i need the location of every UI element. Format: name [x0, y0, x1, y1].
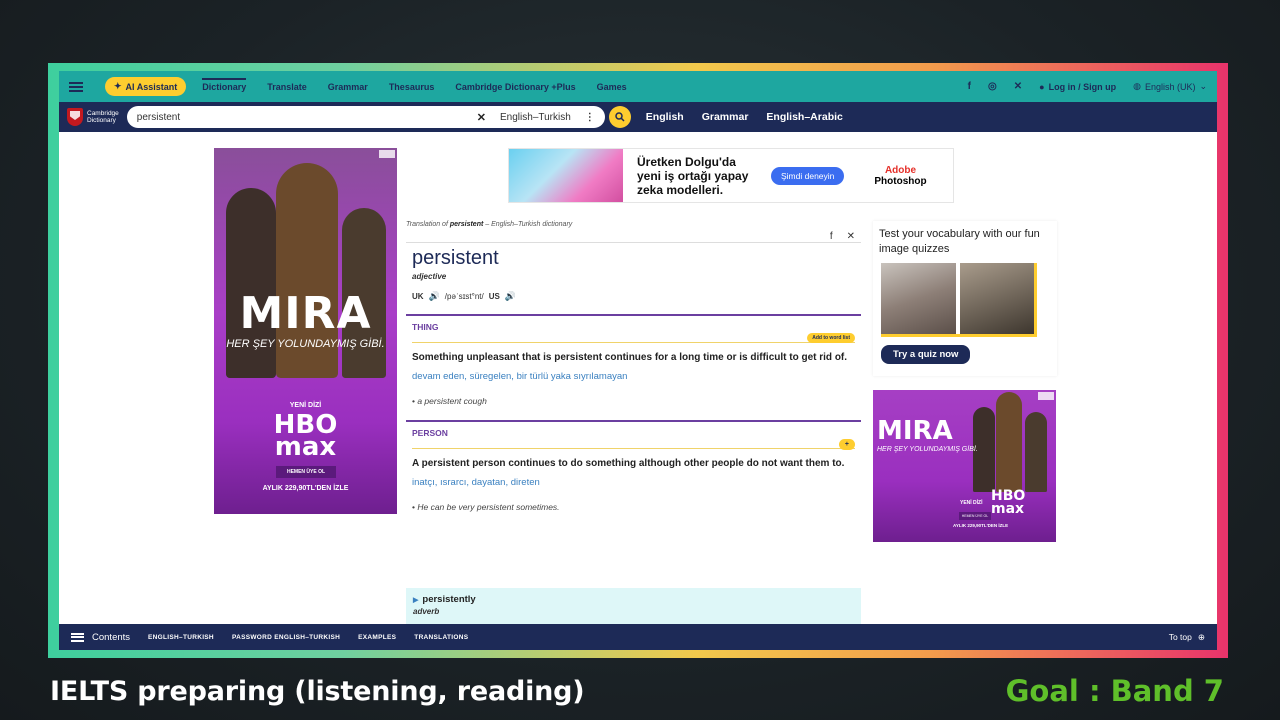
breadcrumb: Translation of persistent – English–Turk…	[406, 221, 573, 228]
caret-right-icon: ▶	[413, 597, 419, 604]
jump-translations[interactable]: TRANSLATIONS	[414, 634, 468, 641]
sense-block: PERSON + A persistent person continues t…	[406, 420, 861, 512]
kebab-icon: ⋮	[584, 111, 595, 123]
instagram-icon[interactable]: ◎	[988, 81, 997, 92]
add-to-word-list-button[interactable]: +	[838, 439, 855, 450]
guideword: THING	[412, 322, 439, 332]
sense-block: THING Add to word list Something unpleas…	[406, 314, 861, 406]
sparkle-icon: ✦	[114, 81, 122, 91]
caption-left: IELTS preparing (listening, reading)	[50, 676, 585, 707]
facebook-icon[interactable]: f	[968, 81, 971, 92]
quick-link-grammar[interactable]: Grammar	[702, 111, 749, 123]
quick-link-english[interactable]: English	[646, 111, 684, 123]
jump-password[interactable]: PASSWORD ENGLISH–TURKISH	[232, 634, 340, 641]
ai-assistant-button[interactable]: ✦ AI Assistant	[105, 77, 187, 96]
adobe-photoshop-logo: Adobe Photoshop	[874, 164, 927, 187]
nav-thesaurus[interactable]: Thesaurus	[389, 82, 435, 92]
try-quiz-button[interactable]: Try a quiz now	[881, 345, 971, 364]
user-icon: ●	[1039, 81, 1045, 92]
jump-examples[interactable]: EXAMPLES	[358, 634, 396, 641]
right-ad[interactable]: MIRA HER ŞEY YOLUNDAYMIŞ GİBİ. YENİ DİZİ…	[873, 390, 1056, 542]
dictionary-select[interactable]: English–Turkish ⋮	[500, 112, 595, 123]
clear-icon[interactable]: ✕	[477, 111, 486, 124]
hippo-image[interactable]	[881, 263, 956, 334]
quiz-promo: Test your vocabulary with our fun image …	[873, 221, 1057, 376]
share-x-icon[interactable]: ✕	[847, 231, 855, 242]
banner-cta-button[interactable]: Şimdi deneyin	[771, 166, 845, 185]
jump-english-turkish[interactable]: ENGLISH–TURKISH	[148, 634, 214, 641]
search-input[interactable]: persistent ✕ English–Turkish ⋮	[126, 106, 605, 128]
language-selector[interactable]: ◍ English (UK) ⌄	[1133, 81, 1207, 92]
to-top-button[interactable]: To top ⊕	[1169, 632, 1205, 643]
shield-icon	[67, 108, 83, 126]
part-of-speech: adjective	[412, 272, 447, 281]
nav-plus[interactable]: Cambridge Dictionary +Plus	[455, 82, 575, 92]
banner-ad[interactable]: Üretken Dolgu'da yeni iş ortağı yapay ze…	[508, 148, 954, 203]
bottom-bar: Contents ENGLISH–TURKISH PASSWORD ENGLIS…	[59, 624, 1217, 650]
arrow-up-circle-icon: ⊕	[1197, 631, 1205, 642]
ad-choices-icon[interactable]	[379, 150, 395, 158]
nav-dictionary[interactable]: Dictionary	[202, 77, 247, 92]
ad-choices-icon[interactable]	[1038, 392, 1054, 400]
globe-icon: ◍	[1133, 81, 1141, 91]
banner-image	[509, 149, 623, 202]
x-icon[interactable]: ✕	[1014, 81, 1022, 92]
share-facebook-icon[interactable]: f	[830, 231, 833, 242]
nav-grammar[interactable]: Grammar	[328, 82, 368, 92]
cambridge-logo[interactable]: Cambridge Dictionary	[67, 108, 119, 126]
dictionary-entry: Translation of persistent – English–Turk…	[406, 221, 861, 512]
definition: Something unpleasant that is persistent …	[412, 352, 848, 363]
search-bar: Cambridge Dictionary persistent ✕ Englis…	[59, 102, 1217, 132]
translation: inatçı, ısrarcı, dayatan, direten	[412, 477, 540, 488]
hbo-max-logo: HBO max	[991, 488, 1026, 517]
nav-games[interactable]: Games	[597, 82, 627, 92]
search-icon	[615, 112, 625, 122]
caption-right: Goal : Band 7	[1005, 674, 1224, 708]
browser-viewport: ✦ AI Assistant Dictionary Translate Gram…	[59, 71, 1217, 650]
login-link[interactable]: ● Log in / Sign up	[1039, 82, 1116, 92]
speaker-icon[interactable]: 🔊	[505, 291, 516, 302]
menu-icon	[71, 632, 84, 642]
quick-link-english-arabic[interactable]: English–Arabic	[766, 111, 842, 123]
pronunciation: UK 🔊 /pəˈsɪst°nt/ US 🔊	[412, 291, 517, 302]
left-ad[interactable]: MIRA HER ŞEY YOLUNDAYMIŞ GİBİ. YENİ DİZİ…	[214, 148, 397, 514]
headword: persistent	[412, 247, 499, 269]
nav-translate[interactable]: Translate	[267, 82, 307, 92]
top-nav: ✦ AI Assistant Dictionary Translate Gram…	[59, 71, 1217, 102]
search-button[interactable]	[608, 106, 631, 128]
example: a persistent cough	[412, 396, 855, 406]
seal-image[interactable]	[959, 263, 1034, 334]
example: He can be very persistent sometimes.	[412, 502, 855, 512]
guideword: PERSON	[412, 428, 448, 438]
translation: devam eden, süregelen, bir türlü yaka sı…	[412, 371, 628, 382]
definition: A persistent person continues to do some…	[412, 458, 845, 469]
hbo-max-logo: HBO max	[273, 410, 338, 462]
chevron-down-icon: ⌄	[1199, 81, 1207, 91]
add-to-word-list-button[interactable]: Add to word list	[807, 333, 855, 343]
contents-button[interactable]: Contents	[71, 632, 130, 643]
speaker-icon[interactable]: 🔊	[429, 291, 440, 302]
derived-word-block[interactable]: ▶ persistently adverb	[406, 588, 861, 626]
menu-icon[interactable]	[69, 81, 83, 92]
video-frame: ✦ AI Assistant Dictionary Translate Gram…	[48, 63, 1228, 658]
